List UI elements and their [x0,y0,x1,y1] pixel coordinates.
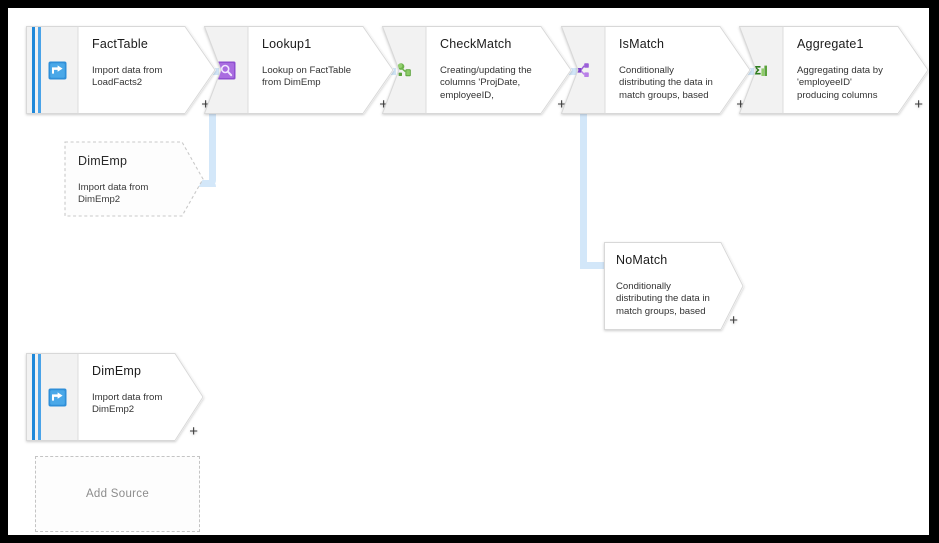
lookup1-body: Lookup1 Lookup on FactTable from DimEmp [248,26,394,114]
ismatch-icon-rail [561,26,605,114]
checkmatch-description: Creating/updating the columns 'ProjDate,… [440,65,532,101]
node-dimemp-source[interactable]: DimEmp Import data from DimEmp2 + [26,353,204,441]
node-checkmatch[interactable]: CheckMatch Creating/updating the columns… [382,26,572,114]
aggregate1-description: Aggregating data by 'employeeID' produci… [797,65,883,101]
dimemp-source-body: DimEmp Import data from DimEmp2 [78,353,204,441]
svg-text:Σ: Σ [753,63,761,77]
nomatch-description: Conditionally distributing the data in m… [616,281,710,317]
checkmatch-icon-rail [382,26,426,114]
node-facttable[interactable]: FactTable Import data from LoadFacts2 + [26,26,216,114]
import-source-icon [48,61,67,80]
ghost-node-description: Import data from DimEmp2 [78,182,149,206]
checkmatch-title: CheckMatch [440,37,512,51]
ismatch-title: IsMatch [619,37,665,51]
source-stripe-secondary [38,353,41,441]
nomatch-body: NoMatch Conditionally distributing the d… [604,242,744,330]
facttable-description: Import data from LoadFacts2 [92,65,163,89]
derived-column-icon [395,61,414,80]
lookup1-description: Lookup on FactTable from DimEmp [262,65,352,89]
nomatch-title: NoMatch [616,253,668,267]
nomatch-add-button[interactable]: + [729,313,738,328]
aggregate1-body: Aggregate1 Aggregating data by 'employee… [783,26,929,114]
connector-ismatch-to-nomatch-vertical [580,108,587,269]
dimemp-icon-rail [26,353,78,441]
conditional-split-icon [574,61,593,80]
lookup1-icon-rail [204,26,248,114]
ghost-node-title: DimEmp [78,154,128,168]
data-flow-canvas[interactable]: DimEmp Import data from DimEmp2 FactTabl… [8,8,929,535]
aggregate1-add-button[interactable]: + [914,97,923,112]
aggregate1-title: Aggregate1 [797,37,864,51]
ismatch-description: Conditionally distributing the data in m… [619,65,713,101]
source-stripe-primary [32,26,35,114]
node-lookup1[interactable]: Lookup1 Lookup on FactTable from DimEmp … [204,26,394,114]
dimemp-source-description: Import data from DimEmp2 [92,392,163,416]
source-stripe-secondary [38,26,41,114]
ghost-node-dimemp[interactable]: DimEmp Import data from DimEmp2 [64,141,204,217]
import-source-icon [48,388,67,407]
connector-dimempghost-to-lookup1-vertical [209,108,216,187]
facttable-icon-rail [26,26,78,114]
source-stripe-primary [32,353,35,441]
dimemp-source-title: DimEmp [92,364,142,378]
node-aggregate1[interactable]: Σ Aggregate1 Aggregating data by 'employ… [739,26,929,114]
ismatch-body: IsMatch Conditionally distributing the d… [605,26,751,114]
dimemp-source-add-button[interactable]: + [189,424,198,439]
add-source-placeholder[interactable]: Add Source [35,456,200,532]
facttable-title: FactTable [92,37,148,51]
lookup-icon [217,61,236,80]
aggregate1-icon-rail: Σ [739,26,783,114]
lookup1-title: Lookup1 [262,37,312,51]
checkmatch-body: CheckMatch Creating/updating the columns… [426,26,572,114]
aggregate-sigma-icon: Σ [752,61,771,80]
add-source-label: Add Source [85,488,150,500]
node-ismatch[interactable]: IsMatch Conditionally distributing the d… [561,26,751,114]
facttable-body: FactTable Import data from LoadFacts2 [78,26,216,114]
node-nomatch[interactable]: NoMatch Conditionally distributing the d… [604,242,744,330]
window-frame: DimEmp Import data from DimEmp2 FactTabl… [0,0,939,543]
